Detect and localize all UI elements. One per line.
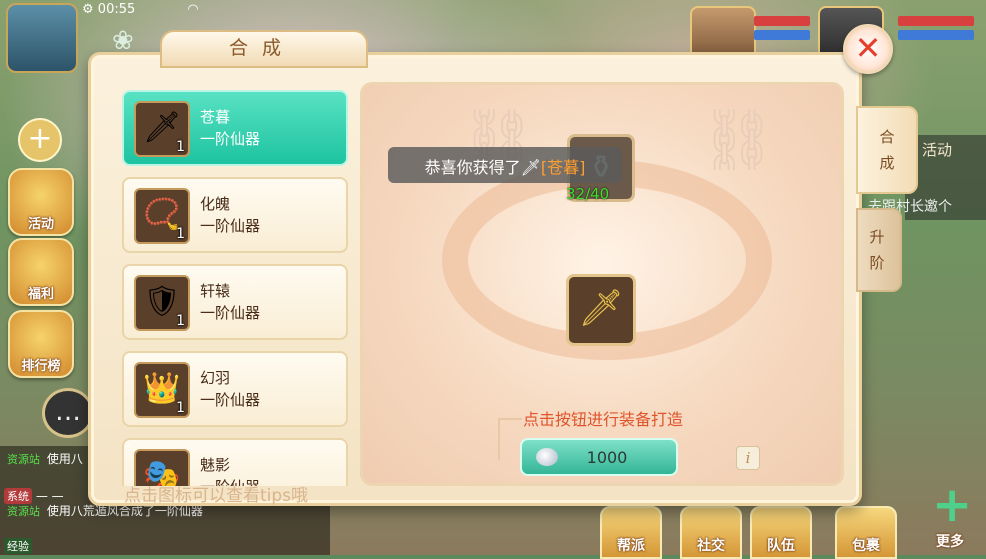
list-item[interactable]: 🗡 1 苍暮 一阶仙器 <box>122 90 348 166</box>
craft-cost: 1000 <box>586 448 628 467</box>
info-icon[interactable]: i <box>736 446 760 470</box>
tab-upgrade[interactable]: 升阶 <box>856 208 902 292</box>
equipment-list[interactable]: 🗡 1 苍暮 一阶仙器 📿 1 化魄 一阶仙器 🛡 1 轩辕 一阶仙器 👑 1 … <box>122 88 350 486</box>
toast-item-name: [苍暮] <box>540 158 586 177</box>
chat-channel-tag: 资源站 <box>7 505 40 518</box>
clock-time: 00:55 <box>97 2 136 17</box>
list-item[interactable]: 🛡 1 轩辕 一阶仙器 <box>122 264 348 340</box>
bag-button[interactable]: 包裹 <box>835 506 897 559</box>
chat-message: 使用八荒遁风合成了一阶仙器 <box>46 504 203 518</box>
item-grade: 一阶仙器 <box>200 217 261 235</box>
item-name: 苍暮 <box>200 108 231 126</box>
item-count: 1 <box>176 226 185 242</box>
item-icon[interactable]: 🛡 1 <box>134 275 190 331</box>
result-slot[interactable]: 🗡 <box>566 274 636 346</box>
item-name: 魅影 <box>200 456 231 474</box>
toast-message: 恭喜你获得了🗡[苍暮] <box>388 154 622 178</box>
chat-bubble-button[interactable]: … <box>42 388 94 438</box>
social-button[interactable]: 社交 <box>680 506 742 559</box>
team-button[interactable]: 队伍 <box>750 506 812 559</box>
chat-channel-tag: 资源站 <box>7 453 40 466</box>
target-hp-bar <box>898 16 974 26</box>
wifi-icon: ◠ <box>187 2 199 17</box>
item-icon[interactable]: 👑 1 <box>134 362 190 418</box>
expand-plus-button[interactable]: + <box>18 118 62 162</box>
item-count: 1 <box>176 139 185 155</box>
item-grade: 一阶仙器 <box>200 130 261 148</box>
craft-button[interactable]: 1000 <box>520 438 678 476</box>
toast-sword-icon: 🗡 <box>520 158 541 177</box>
ranking-label: 排行榜 <box>21 359 61 374</box>
cloud-ornament-icon: ❀ <box>112 26 134 56</box>
item-count: 1 <box>176 400 185 416</box>
target-mp-bar <box>898 30 974 40</box>
tab-synthesis[interactable]: 合成 <box>856 106 918 194</box>
status-bar: ⚙ 00:55 ◠ <box>82 2 199 17</box>
activity-button[interactable]: 活动 <box>8 168 74 236</box>
item-grade: 一阶仙器 <box>200 304 261 322</box>
guild-button[interactable]: 帮派 <box>600 506 662 559</box>
tips-hint: 点击图标可以查看tips哦 <box>124 486 309 506</box>
tab-upgrade-label: 升阶 <box>869 228 885 272</box>
ranking-button[interactable]: 排行榜 <box>8 310 74 378</box>
quest-panel-title: 活动 <box>922 141 953 159</box>
close-icon: ✕ <box>854 29 882 67</box>
plus-icon: + <box>932 477 973 533</box>
item-name: 轩辕 <box>200 282 231 300</box>
craft-hint: 点击按钮进行装备打造 <box>523 410 684 429</box>
more-label: 更多 <box>936 534 964 550</box>
sword-icon: 🗡 <box>578 288 624 329</box>
bag-label: 包裹 <box>852 538 880 554</box>
dialog-title: 合成 <box>228 37 295 59</box>
chat-message: 使用八 <box>46 452 83 466</box>
player-hp-bar <box>754 16 810 26</box>
item-name: 幻羽 <box>200 369 231 387</box>
silver-coin-icon <box>536 448 558 466</box>
activity-label: 活动 <box>27 217 54 232</box>
chat-line: 资源站 使用八 <box>4 450 83 467</box>
chain-right-icon: ⛓ <box>700 105 777 175</box>
tab-synthesis-label: 合成 <box>879 128 895 172</box>
settings-gear-icon: ⚙ <box>82 2 94 17</box>
welfare-button[interactable]: 福利 <box>8 238 74 306</box>
toast-prefix: 恭喜你获得了 <box>424 158 521 177</box>
close-button[interactable]: ✕ <box>843 24 893 74</box>
item-grade: 一阶仙器 <box>200 391 261 409</box>
map-button[interactable] <box>6 3 78 73</box>
item-icon[interactable]: 🗡 1 <box>134 101 190 157</box>
social-label: 社交 <box>697 538 725 554</box>
list-item[interactable]: 👑 1 幻羽 一阶仙器 <box>122 351 348 427</box>
item-name: 化魄 <box>200 195 231 213</box>
chat-message: — — <box>35 489 64 503</box>
experience-label: 经验 <box>4 538 32 554</box>
guild-label: 帮派 <box>617 538 645 554</box>
player-mp-bar <box>754 30 810 40</box>
welfare-label: 福利 <box>27 287 54 302</box>
hint-bracket <box>498 418 522 460</box>
item-icon[interactable]: 📿 1 <box>134 188 190 244</box>
list-item[interactable]: 📿 1 化魄 一阶仙器 <box>122 177 348 253</box>
item-count: 1 <box>176 313 185 329</box>
list-item[interactable]: 🎭 魅影 一阶仙器 <box>122 438 348 486</box>
material-have: 32/40 <box>566 185 610 203</box>
more-button[interactable]: + 更多 <box>920 477 980 555</box>
team-label: 队伍 <box>767 538 795 554</box>
material-count: 32/40 <box>566 185 609 203</box>
